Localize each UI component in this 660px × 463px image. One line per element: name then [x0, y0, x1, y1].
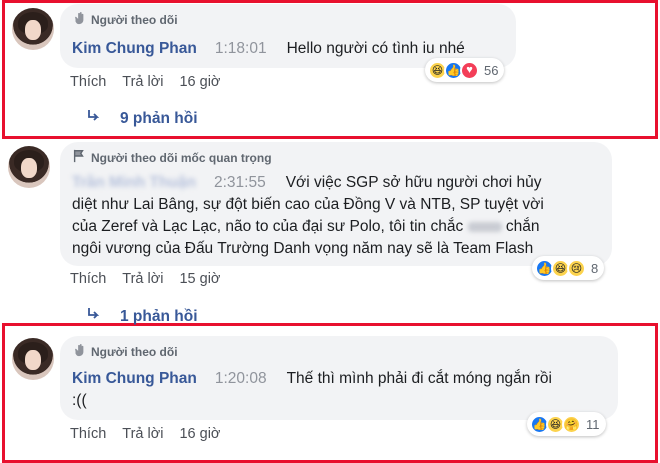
comment-timestamp[interactable]: 1:20:08 [215, 370, 267, 387]
comment-bubble: Người theo dõi Kim Chung Phan 1:20:08 Thế … [60, 336, 618, 420]
view-replies-link[interactable]: 1 phản hồi [86, 306, 198, 327]
reaction-summary[interactable]: 👍 😆 🤗 11 [527, 412, 606, 436]
avatar[interactable] [12, 338, 54, 380]
wave-icon [72, 11, 86, 28]
reply-arrow-icon [86, 306, 102, 327]
comment-timestamp[interactable]: 2:31:55 [214, 174, 266, 191]
comment-author[interactable]: Trần Minh Thuận [72, 174, 196, 191]
comment-actions: Thích Trả lời 16 giờ [70, 74, 220, 90]
comment-age[interactable]: 16 giờ [179, 426, 220, 442]
like-link[interactable]: Thích [70, 74, 106, 90]
reply-arrow-icon [86, 108, 102, 129]
comment-actions: Thích Trả lời 16 giờ [70, 426, 220, 442]
comment-text-line: chắn [505, 218, 540, 235]
comment-text-line: Thế thì mình phải đi cắt móng ngắn rồi [286, 370, 552, 387]
redacted-word [467, 221, 502, 232]
comment-author[interactable]: Kim Chung Phan [72, 40, 197, 57]
reaction-count: 56 [484, 62, 499, 78]
reaction-count: 11 [586, 416, 600, 432]
reaction-count: 8 [591, 260, 599, 276]
comment-text-line: diệt như Lai Bâng, sự đột biến cao của Đ… [72, 196, 544, 213]
comment-timestamp[interactable]: 1:18:01 [215, 40, 267, 57]
comment-text-line: :(( [72, 392, 87, 409]
reply-link[interactable]: Trả lời [122, 74, 163, 90]
comment-age[interactable]: 16 giờ [179, 74, 220, 90]
comment-text-line: Với việc SGP sở hữu người chơi hủy [285, 174, 542, 191]
follower-badge: Người theo dõi [72, 343, 178, 360]
sad-icon: 😢 [567, 258, 586, 278]
comment-text-line: của Zeref và Lạc Lạc, não to của đại sư … [72, 218, 464, 235]
love-icon: ♥ [460, 60, 479, 80]
comment-text: Hello người có tình iu nhé [286, 40, 465, 57]
comment-age[interactable]: 15 giờ [179, 271, 220, 287]
milestone-follower-badge: Người theo dõi mốc quan trọng [72, 149, 272, 166]
flag-icon [72, 149, 86, 166]
comment-actions: Thích Trả lời 15 giờ [70, 271, 220, 287]
like-link[interactable]: Thích [70, 271, 106, 287]
reply-link[interactable]: Trả lời [122, 426, 163, 442]
comment-author[interactable]: Kim Chung Phan [72, 370, 197, 387]
comment-text-line: ngôi vương của Đấu Trường Danh vọng năm … [72, 240, 534, 257]
reply-link[interactable]: Trả lời [122, 271, 163, 287]
reaction-summary[interactable]: 😆 👍 ♥ 56 [425, 58, 505, 82]
like-link[interactable]: Thích [70, 426, 106, 442]
reaction-summary[interactable]: 👍 😆 😢 8 [532, 256, 605, 280]
avatar[interactable] [12, 8, 54, 50]
view-replies-link[interactable]: 9 phản hồi [86, 108, 198, 129]
follower-badge: Người theo dõi [72, 11, 178, 28]
avatar[interactable] [8, 146, 50, 188]
comment-bubble: Người theo dõi mốc quan trọng Trần Minh … [60, 142, 612, 266]
care-icon: 🤗 [562, 414, 581, 434]
wave-icon [72, 343, 86, 360]
